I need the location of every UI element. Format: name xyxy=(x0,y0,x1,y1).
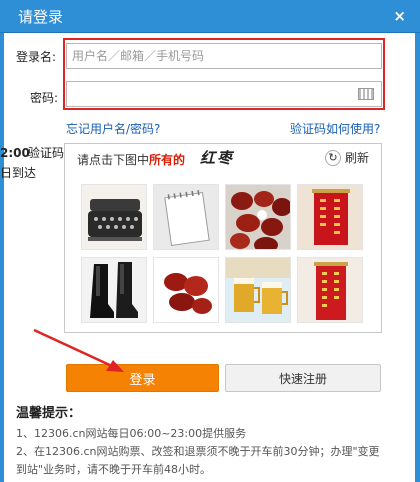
beer-mugs-icon xyxy=(226,258,290,322)
tips-title: 温馨提示： xyxy=(16,406,82,421)
close-icon[interactable]: × xyxy=(393,7,406,25)
captcha-label: 验证码: xyxy=(28,146,69,160)
login-button[interactable]: 登录 xyxy=(66,364,219,392)
notepad-icon xyxy=(154,185,218,249)
captcha-instruction: 请点击下图中所有的 xyxy=(77,151,185,168)
captcha-tile-7[interactable] xyxy=(225,257,291,323)
background-notice-text: 日到达 xyxy=(0,166,37,180)
captcha-tile-6[interactable] xyxy=(153,257,219,323)
quick-register-button[interactable]: 快速注册 xyxy=(225,364,381,392)
captcha-tile-1[interactable] xyxy=(81,184,147,250)
typewriter-icon xyxy=(82,185,146,249)
captcha-tile-5[interactable] xyxy=(81,257,147,323)
captcha-refresh-button[interactable]: ↻ 刷新 xyxy=(324,149,369,166)
dialog-left-frame xyxy=(0,33,4,482)
captcha-help-link[interactable]: 验证码如何使用? xyxy=(290,120,380,137)
captcha-tile-2[interactable] xyxy=(153,184,219,250)
password-label: 密码: xyxy=(30,91,59,105)
captcha-panel: 请点击下图中所有的 红枣 ↻ 刷新 xyxy=(64,143,382,333)
red-dates-icon xyxy=(154,258,218,322)
dialog-title: 请登录 xyxy=(18,8,64,26)
tip-line-2: 2、在12306.cn网站购票、改签和退票须不晚于开车前30分钟；办理"变更 xyxy=(16,445,380,458)
red-banner-icon xyxy=(298,258,362,322)
captcha-instruction-highlight: 所有的 xyxy=(149,153,186,167)
boots-icon xyxy=(82,258,146,322)
tip-line-1: 1、12306.cn网站每日06:00~23:00提供服务 xyxy=(16,427,247,440)
dialog-title-bar: 请登录 × xyxy=(0,0,420,33)
background-notice-time: 2:00 xyxy=(0,146,30,160)
refresh-label: 刷新 xyxy=(344,151,369,165)
tips-section: 温馨提示： 1、12306.cn网站每日06:00~23:00提供服务 2、在1… xyxy=(16,402,412,479)
forgot-credentials-link[interactable]: 忘记用户名/密码? xyxy=(66,120,160,137)
tip-line-3: 到站"业务时，请不晚于开车前48小时。 xyxy=(16,463,212,476)
captcha-instruction-prefix: 请点击下图中 xyxy=(77,153,150,167)
username-label: 登录名: xyxy=(16,50,57,64)
refresh-icon: ↻ xyxy=(324,149,341,166)
red-dates-icon xyxy=(226,185,290,249)
red-banner-icon xyxy=(298,185,362,249)
captcha-tile-8[interactable] xyxy=(297,257,363,323)
captcha-tile-3[interactable] xyxy=(225,184,291,250)
captcha-tile-4[interactable] xyxy=(297,184,363,250)
dialog-right-frame xyxy=(415,33,420,482)
credentials-highlight-box xyxy=(63,38,385,110)
captcha-target-word: 红枣 xyxy=(200,149,235,167)
